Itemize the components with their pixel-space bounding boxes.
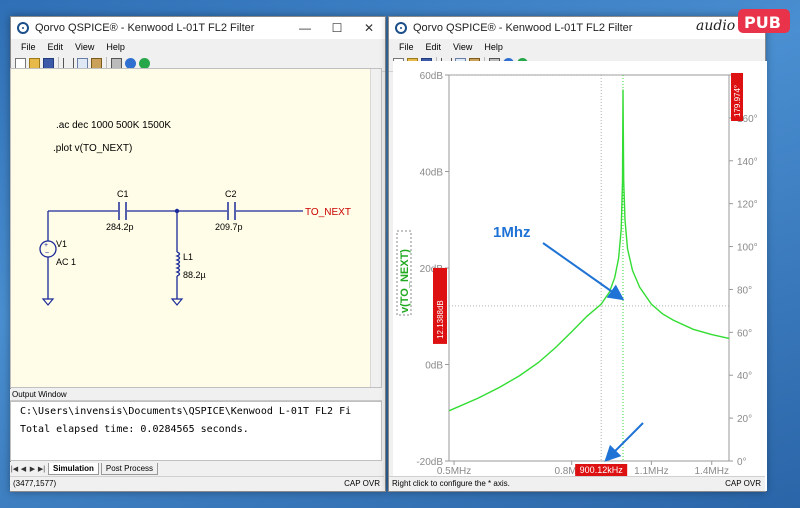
schematic-drawing: .ac dec 1000 500K 1500K .plot v(TO_NEXT) (39, 120, 351, 306)
v1-label: V1 (56, 239, 67, 249)
svg-text:+: + (44, 242, 48, 249)
open-folder-icon[interactable] (29, 57, 40, 69)
left-statusbar: (3477,1577) CAP OVR (10, 476, 384, 491)
close-button[interactable]: ✕ (353, 17, 385, 39)
output-tabs: |◀ ◀ ▶ ▶| Simulation Post Process (10, 462, 382, 476)
menu-file[interactable]: File (15, 42, 42, 52)
right-statusbar: Right click to configure the * axis. CAP… (389, 476, 765, 491)
menu-edit[interactable]: Edit (420, 42, 448, 52)
tab-simulation[interactable]: Simulation (48, 463, 99, 475)
cursor-lines (449, 74, 729, 461)
logo-text-script: audio (696, 18, 735, 34)
c2-value[interactable]: 209.7p (215, 222, 243, 232)
y2-tick-label: 0° (737, 457, 747, 468)
qspice-app-icon (17, 22, 29, 34)
v1-value[interactable]: AC 1 (56, 257, 76, 267)
ground-symbol-2 (170, 298, 184, 306)
menu-view[interactable]: View (447, 42, 478, 52)
y2-tick-label: 60° (737, 328, 752, 339)
annotation-arrow-peak (542, 242, 625, 301)
run-simulation-icon[interactable] (139, 57, 150, 69)
capacitor-c1[interactable] (118, 202, 127, 220)
cursor-coordinates: (3477,1577) (13, 479, 57, 488)
keyboard-status: CAP OVR (725, 479, 761, 488)
audiopub-logo: audio PUB (694, 6, 792, 36)
y2-tick-label: 140° (737, 157, 758, 168)
y-tick-label: 60dB (420, 71, 444, 82)
tab-post-process[interactable]: Post Process (100, 463, 159, 475)
output-window[interactable]: C:\Users\invensis\Documents\QSPICE\Kenwo… (10, 401, 382, 461)
status-hint: Right click to configure the * axis. (392, 479, 510, 488)
print-icon[interactable] (111, 57, 122, 69)
keyboard-status: CAP OVR (344, 479, 380, 488)
voltage-source-v1[interactable]: + ~ (39, 240, 57, 258)
paste-icon[interactable] (91, 57, 102, 69)
l1-label: L1 (183, 252, 193, 262)
copy-icon[interactable] (77, 57, 88, 69)
y-tick-label: 40dB (420, 168, 444, 179)
new-file-icon[interactable] (15, 57, 26, 69)
ac-directive[interactable]: .ac dec 1000 500K 1500K (56, 120, 171, 131)
logo-text-bold: PUB (744, 13, 781, 32)
y2-tick-label: 80° (737, 285, 752, 296)
tab-last-icon[interactable]: ▶| (37, 465, 46, 473)
menu-help[interactable]: Help (478, 42, 509, 52)
l1-value[interactable]: 88.2µ (183, 270, 206, 280)
y2-axis-ticks: 160°140°120°100°80°60°40°20°0° (729, 74, 758, 468)
qspice-app-icon (395, 22, 407, 34)
plot-frame (448, 74, 730, 462)
menu-file[interactable]: File (393, 42, 420, 52)
output-elapsed-line: Total elapsed time: 0.0284565 seconds. (20, 424, 249, 435)
annotation-1mhz-label: 1Mhz (493, 224, 531, 241)
y-tick-label: 0dB (425, 361, 443, 372)
y2-tick-label: 120° (737, 200, 758, 211)
ground-symbol-1 (41, 298, 55, 306)
window-title: Qorvo QSPICE® - Kenwood L-01T FL2 Filter (35, 22, 255, 34)
schematic-canvas[interactable]: .ac dec 1000 500K 1500K .plot v(TO_NEXT) (10, 68, 382, 388)
minimize-button[interactable]: — (289, 17, 321, 39)
tab-prev-icon[interactable]: ◀ (19, 465, 28, 473)
menu-bar: File Edit View Help (389, 39, 765, 55)
capacitor-c2[interactable] (227, 202, 236, 220)
waveform-window: Qorvo QSPICE® - Kenwood L-01T FL2 Filter… (388, 16, 767, 492)
y-readout-label: 12.1388dB (436, 300, 445, 339)
save-icon[interactable] (43, 57, 54, 69)
waveform-chart: 60dB40dB20dB0dB-20dB 160°140°120°100°80°… (396, 71, 758, 477)
tab-next-icon[interactable]: ▶ (28, 465, 37, 473)
c1-label: C1 (117, 189, 129, 199)
help-icon[interactable] (125, 57, 136, 69)
menu-bar: File Edit View Help (11, 39, 385, 55)
cut-icon[interactable] (63, 57, 74, 69)
wires (47, 210, 303, 299)
junction-dot (174, 208, 180, 214)
y2-tick-label: 40° (737, 371, 752, 382)
plot-directive[interactable]: .plot v(TO_NEXT) (53, 143, 132, 154)
trace-label: v(TO_NEXT) (399, 249, 411, 313)
svg-text:~: ~ (45, 250, 49, 257)
menu-view[interactable]: View (69, 42, 100, 52)
net-label-to-next[interactable]: TO_NEXT (305, 207, 351, 218)
menu-edit[interactable]: Edit (42, 42, 70, 52)
c2-label: C2 (225, 189, 237, 199)
maximize-button[interactable]: ☐ (321, 17, 353, 39)
c1-value[interactable]: 284.2p (106, 222, 134, 232)
schematic-titlebar[interactable]: Qorvo QSPICE® - Kenwood L-01T FL2 Filter… (11, 17, 385, 39)
schematic-scrollbar[interactable] (370, 69, 381, 387)
waveform-plot-area[interactable]: 60dB 40dB 20dB 0dB -20dB 160° 140° 120° 100° 80°… (393, 61, 767, 491)
y2-tick-label: 20° (737, 414, 752, 425)
tab-first-icon[interactable]: |◀ (10, 465, 19, 473)
output-path-line: C:\Users\invensis\Documents\QSPICE\Kenwo… (20, 406, 352, 417)
phase-readout-label: 179.974° (733, 85, 742, 117)
series-line-v-to-next[interactable] (448, 89, 730, 412)
menu-help[interactable]: Help (100, 42, 131, 52)
output-window-title: Output Window (10, 389, 382, 401)
x-readout-label: 900.12kHz (580, 465, 624, 475)
annotation-arrow-cursor (604, 422, 644, 462)
inductor-l1[interactable] (175, 251, 181, 277)
y2-tick-label: 100° (737, 243, 758, 254)
